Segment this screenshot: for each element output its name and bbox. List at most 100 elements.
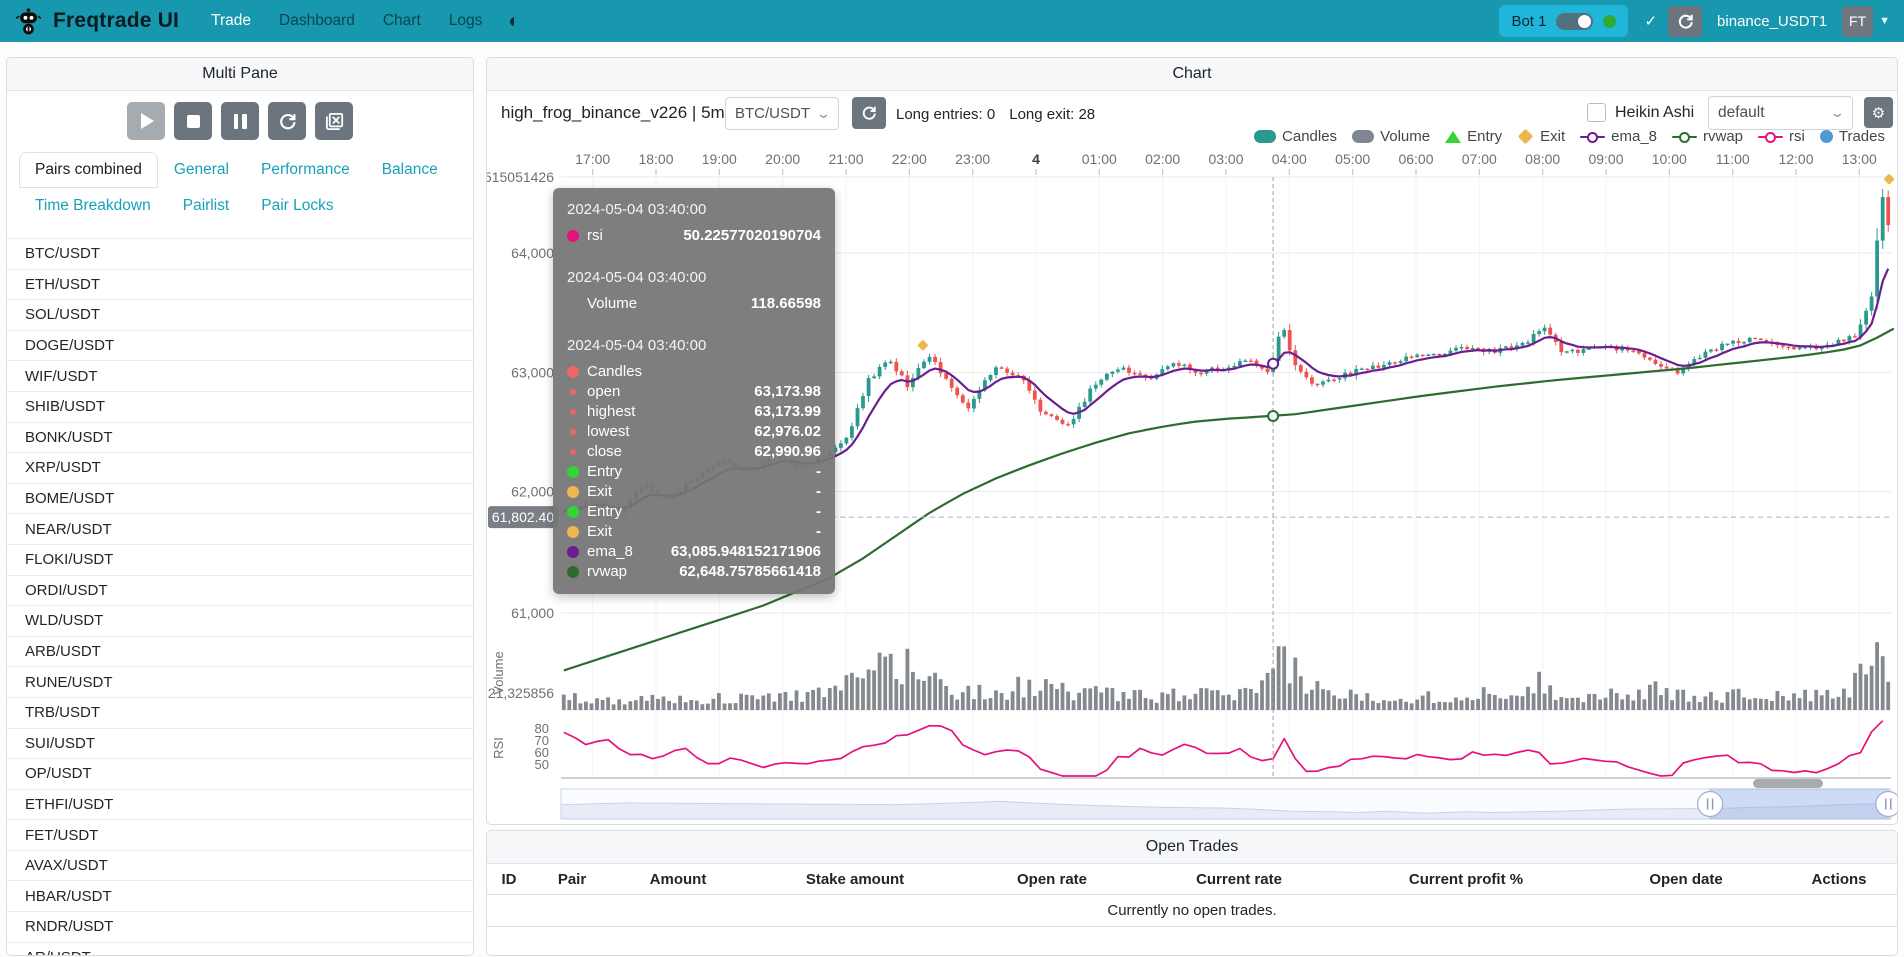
svg-text:03:00: 03:00 [1208,151,1243,167]
legend-item-ema-8[interactable]: ema_8 [1580,128,1657,145]
tooltip-value: 62,990.96 [754,442,821,462]
stop-icon [187,115,200,128]
tab-balance[interactable]: Balance [366,152,454,188]
pair-list-item[interactable]: RNDR/USDT [7,912,473,943]
legend-diamond-icon [1518,129,1534,145]
tooltip-value: 50.22577020190704 [683,226,821,246]
tooltip-row: Volume118.66598 [567,294,821,314]
legend-label: rsi [1789,128,1805,145]
apply-check-icon[interactable]: ✓ [1644,12,1657,30]
svg-text:4: 4 [1032,151,1040,167]
pair-list-item[interactable]: SUI/USDT [7,729,473,760]
tooltip-row: rsi 50.22577020190704 [567,226,821,246]
chart-settings-button[interactable]: ⚙ [1864,97,1893,128]
navbar-refresh-button[interactable] [1668,6,1702,37]
tooltip-label: Exit [587,522,808,542]
tooltip-label: rsi [587,226,675,246]
bot-online-toggle[interactable] [1556,13,1593,30]
tooltip-value: 63,173.98 [754,382,821,402]
pair-list-item[interactable]: FET/USDT [7,820,473,851]
heikin-ashi-control: Heikin Ashi [1587,103,1694,122]
plot-config-value: default [1718,104,1765,122]
tab-pair-locks[interactable]: Pair Locks [245,188,349,224]
pair-list-item[interactable]: BONK/USDT [7,423,473,454]
legend-label: Trades [1839,128,1885,145]
nav-item-dashboard[interactable]: Dashboard [279,12,355,30]
forget-chart-button[interactable] [315,102,353,140]
bot-controls [7,91,473,142]
svg-text:22:00: 22:00 [892,151,927,167]
theme-toggle-icon[interactable]: ◐ [508,12,519,31]
trade-signal-counts: Long entries: 0 Long exit: 28 [896,106,1095,123]
pair-list-item[interactable]: WLD/USDT [7,606,473,637]
legend-item-volume[interactable]: Volume [1352,128,1430,145]
svg-text:04:00: 04:00 [1272,151,1307,167]
tooltip-value: - [816,462,821,482]
pair-list-item[interactable]: WIF/USDT [7,361,473,392]
pair-list-item[interactable]: OP/USDT [7,759,473,790]
reload-bot-button[interactable] [268,102,306,140]
series-dot-icon [567,366,579,378]
tooltip-label: Entry [587,462,808,482]
pair-list-item[interactable]: ORDI/USDT [7,576,473,607]
multi-pane-title: Multi Pane [202,65,278,83]
column-header-id: ID [487,871,531,888]
tooltip-value: 63,085.948152171906 [671,542,821,562]
tooltip-label: Volume [587,294,743,314]
tab-time-breakdown[interactable]: Time Breakdown [19,188,167,224]
legend-label: Entry [1467,128,1502,145]
legend-item-entry[interactable]: Entry [1445,128,1502,145]
pair-list-item[interactable]: TRB/USDT [7,698,473,729]
tab-pairlist[interactable]: Pairlist [167,188,246,224]
legend-item-rvwap[interactable]: rvwap [1672,128,1743,145]
legend-item-rsi[interactable]: rsi [1758,128,1805,145]
bot-selector[interactable]: Bot 1 [1499,5,1628,37]
pair-list-item[interactable]: AR/USDT [7,943,473,956]
legend-label: Candles [1282,128,1337,145]
legend-item-trades[interactable]: Trades [1820,128,1885,145]
pair-list-item[interactable]: ETHFI/USDT [7,790,473,821]
avatar-caret-icon[interactable]: ▼ [1879,15,1890,27]
tab-general[interactable]: General [158,152,245,188]
pair-list-item[interactable]: NEAR/USDT [7,514,473,545]
series-dot-icon [567,506,579,518]
tab-performance[interactable]: Performance [245,152,366,188]
column-header-stake-amount: Stake amount [743,871,967,888]
chart-tooltip: 2024-05-04 03:40:00rsi50.225770201907042… [553,188,835,594]
pair-list-item[interactable]: SOL/USDT [7,300,473,331]
pair-list-item[interactable]: HBAR/USDT [7,881,473,912]
play-button[interactable] [127,102,165,140]
stop-button[interactable] [174,102,212,140]
multi-pane-tabs: Pairs combinedGeneralPerformanceBalance … [7,152,473,224]
pair-list-item[interactable]: XRP/USDT [7,453,473,484]
user-avatar[interactable]: FT [1842,6,1873,37]
pair-list-item[interactable]: BTC/USDT [7,239,473,270]
main-nav: Trade Dashboard Chart Logs [211,12,482,30]
legend-item-candles[interactable]: Candles [1254,128,1337,145]
chart-refresh-button[interactable] [852,97,886,129]
tooltip-row: close62,990.96 [567,442,821,462]
tab-pairs-combined[interactable]: Pairs combined [19,152,158,188]
pair-list-item[interactable]: ETH/USDT [7,270,473,301]
pair-list-item[interactable]: DOGE/USDT [7,331,473,362]
open-trades-title: Open Trades [1146,838,1239,856]
pair-list-item[interactable]: BOME/USDT [7,484,473,515]
nav-item-logs[interactable]: Logs [449,12,483,30]
tooltip-row: Entry- [567,462,821,482]
pair-list-item[interactable]: SHIB/USDT [7,392,473,423]
heikin-ashi-checkbox[interactable] [1587,103,1606,122]
pair-list-item[interactable]: RUNE/USDT [7,667,473,698]
pair-list-item[interactable]: AVAX/USDT [7,851,473,882]
open-trades-header: Open Trades [487,831,1897,864]
nav-item-trade[interactable]: Trade [211,12,251,30]
legend-item-exit[interactable]: Exit [1517,128,1565,145]
pause-button[interactable] [221,102,259,140]
open-trades-empty-row: Currently no open trades. [487,895,1897,927]
plot-config-select[interactable]: default ⌄ [1708,96,1853,130]
pair-list-item[interactable]: FLOKI/USDT [7,545,473,576]
nav-item-chart[interactable]: Chart [383,12,421,30]
pair-list-item[interactable]: ARB/USDT [7,637,473,668]
tooltip-value: - [816,502,821,522]
series-dot-icon [570,429,576,435]
navbar: Freqtrade UI TradeDashboardChartLogs ◐ B… [0,0,1904,42]
